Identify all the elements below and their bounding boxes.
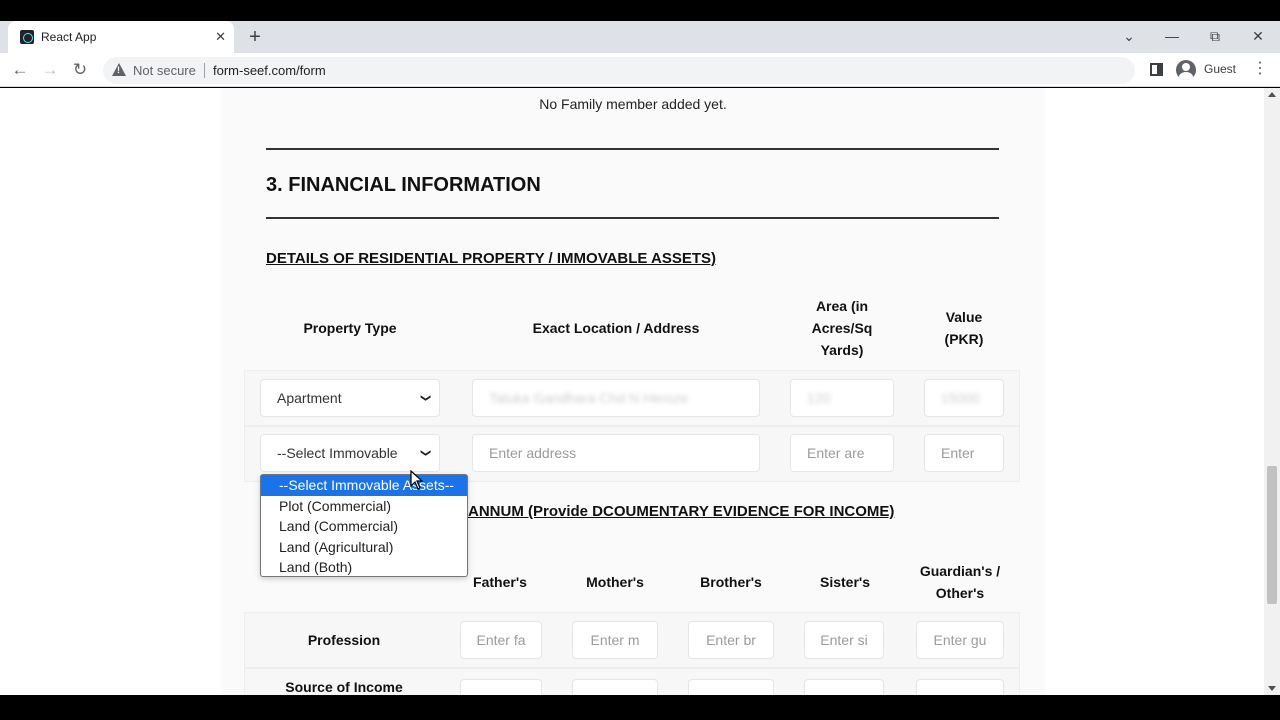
react-favicon-icon — [20, 30, 34, 44]
immovable-assets-dropdown[interactable]: --Select Immovable Assets-- Plot (Commer… — [260, 474, 468, 577]
area-value: 120 — [807, 390, 831, 406]
property-type-value: Apartment — [277, 390, 342, 406]
property-type-select-1[interactable]: Apartment ❯ — [260, 379, 440, 417]
divider-bottom — [266, 217, 999, 219]
browser-tab[interactable]: React App ✕ — [8, 21, 234, 53]
tab-bar: React App ✕ + ⌄ — ⧉ ✕ — [0, 21, 1280, 53]
header-location: Exact Location / Address — [532, 320, 700, 336]
income-subtitle: ANNUM (Provide DCOUMENTARY EVIDENCE FOR … — [468, 503, 895, 520]
forward-button[interactable]: → — [39, 59, 61, 81]
header-sister: Sister's — [819, 574, 871, 590]
not-secure-label[interactable]: Not secure — [133, 63, 196, 78]
reload-button[interactable]: ↻ — [69, 59, 91, 81]
value-placeholder: Enter — [941, 445, 975, 461]
divider-top — [266, 148, 999, 150]
tab-close-icon[interactable]: ✕ — [215, 28, 226, 46]
minimize-button[interactable]: — — [1160, 26, 1184, 46]
dropdown-option-land-commercial[interactable]: Land (Commercial) — [261, 516, 467, 537]
mother-profession-input[interactable]: Enter m — [572, 621, 658, 659]
section-title: 3. FINANCIAL INFORMATION — [266, 174, 541, 196]
profile-label[interactable]: Guest — [1204, 62, 1236, 76]
header-mother: Mother's — [586, 574, 644, 590]
browser-toolbar: ← → ↻ Not secure form-seef.com/form Gues… — [0, 53, 1280, 87]
property-subtitle: DETAILS OF RESIDENTIAL PROPERTY / IMMOVA… — [266, 250, 717, 267]
brother-profession-input[interactable]: Enter br — [688, 621, 774, 659]
back-button[interactable]: ← — [9, 59, 31, 81]
restore-button[interactable]: ⧉ — [1203, 26, 1227, 46]
area-input-1[interactable]: 120 — [790, 379, 894, 417]
url-text[interactable]: form-seef.com/form — [213, 63, 326, 78]
side-panel-icon[interactable] — [1150, 63, 1163, 76]
mother-source-input[interactable] — [572, 679, 658, 695]
mouse-cursor-icon — [410, 470, 424, 490]
dropdown-option-land-agricultural[interactable]: Land (Agricultural) — [261, 537, 467, 558]
scroll-down-arrow-icon[interactable] — [1268, 686, 1276, 691]
profile-avatar-icon[interactable] — [1176, 60, 1196, 80]
brother-source-input[interactable] — [688, 679, 774, 695]
location-placeholder: Enter address — [489, 445, 577, 461]
father-profession-input[interactable]: Enter fa — [460, 621, 542, 659]
page-viewport: No Family member added yet. 3. FINANCIAL… — [0, 88, 1280, 695]
row-label-source: Source of Income — [285, 679, 403, 695]
guardian-profession-input[interactable]: Enter gu — [916, 621, 1004, 659]
location-value: Taluka Gandhara Chd N Heroze — [489, 390, 689, 406]
header-guardian: Guardian's / Other's — [919, 563, 1001, 601]
omnibox-separator — [204, 63, 205, 78]
screen: React App ✕ + ⌄ — ⧉ ✕ ← → ↻ Not secure f… — [0, 0, 1280, 720]
area-placeholder: Enter are — [807, 445, 865, 461]
address-bar[interactable]: Not secure form-seef.com/form — [103, 57, 1135, 84]
value-value: 15000 — [941, 390, 980, 406]
father-source-input[interactable] — [460, 679, 542, 695]
tab-search-chevron-icon[interactable]: ⌄ — [1117, 26, 1141, 46]
scroll-up-arrow-icon[interactable] — [1268, 92, 1276, 97]
header-brother: Brother's — [700, 574, 762, 590]
value-input-2[interactable]: Enter — [924, 434, 1004, 472]
dropdown-option-plot-commercial[interactable]: Plot (Commercial) — [261, 496, 467, 517]
tab-title: React App — [41, 30, 97, 44]
header-property-type: Property Type — [303, 320, 397, 336]
chevron-down-icon: ❯ — [419, 448, 431, 458]
menu-kebab-icon[interactable]: ⋮ — [1252, 60, 1268, 78]
new-tab-button[interactable]: + — [244, 26, 266, 48]
property-type-value: --Select Immovable — [277, 445, 398, 461]
dropdown-option-land-both[interactable]: Land (Both) — [261, 557, 467, 578]
row-label-profession: Profession — [307, 632, 381, 648]
header-value: Value (PKR) — [944, 309, 984, 347]
value-input-1[interactable]: 15000 — [924, 379, 1004, 417]
family-empty-message: No Family member added yet. — [539, 96, 727, 112]
property-type-select-2[interactable]: --Select Immovable ❯ — [260, 434, 440, 472]
guardian-source-input[interactable] — [916, 679, 1004, 695]
chevron-down-icon: ❯ — [419, 393, 431, 403]
scrollbar-thumb[interactable] — [1267, 466, 1277, 604]
sister-source-input[interactable] — [804, 679, 884, 695]
header-area: Area (in Acres/Sq Yards) — [811, 298, 873, 358]
dropdown-option-select-placeholder[interactable]: --Select Immovable Assets-- — [261, 475, 467, 496]
sister-profession-input[interactable]: Enter si — [804, 621, 884, 659]
warning-icon[interactable] — [112, 63, 126, 76]
close-window-button[interactable]: ✕ — [1246, 26, 1270, 46]
page-scrollbar[interactable] — [1264, 88, 1280, 695]
location-input-2[interactable]: Enter address — [472, 434, 760, 472]
location-input-1[interactable]: Taluka Gandhara Chd N Heroze — [472, 379, 760, 417]
area-input-2[interactable]: Enter are — [790, 434, 894, 472]
form-card: No Family member added yet. 3. FINANCIAL… — [222, 88, 1044, 695]
